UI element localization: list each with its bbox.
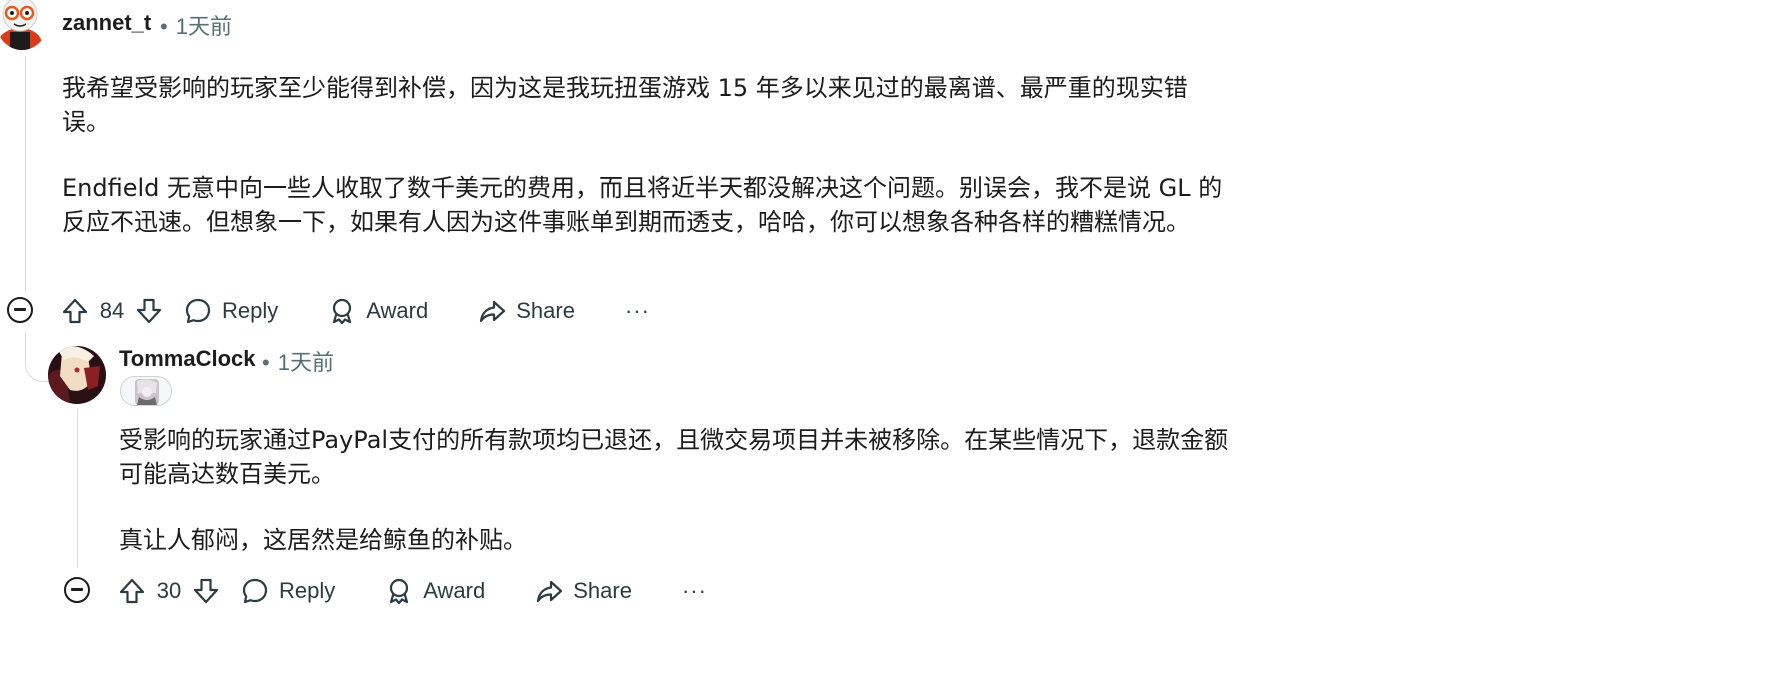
reply-label: Reply <box>222 298 279 323</box>
thread-line <box>25 56 26 292</box>
reply-label: Reply <box>279 578 336 603</box>
award-label: Award <box>366 298 429 323</box>
avatar[interactable] <box>48 346 106 404</box>
arrow-down-icon[interactable] <box>132 294 166 328</box>
award-ribbon-icon <box>333 298 352 325</box>
award-button[interactable]: Award <box>385 577 485 605</box>
vote-score: 84 <box>99 298 125 323</box>
award-ribbon-icon <box>390 578 409 605</box>
comment-paragraph: Endfield 无意中向一些人收取了数千美元的费用，而且将近半天都没解决这个问… <box>62 174 1223 236</box>
comment-author[interactable]: TommaClock <box>119 346 256 372</box>
comment-timestamp[interactable]: 1天前 <box>176 14 232 39</box>
share-arrow-icon <box>480 300 506 323</box>
arrow-down-icon[interactable] <box>189 574 223 608</box>
comment-paragraph: 我希望受影响的玩家至少能得到补偿，因为这是我玩扭蛋游戏 15 年多以来见过的最离… <box>62 74 1188 136</box>
arrow-up-icon[interactable] <box>58 294 92 328</box>
avatar[interactable] <box>0 0 48 50</box>
award-button[interactable]: Award <box>328 297 428 325</box>
vote-score: 30 <box>156 578 182 603</box>
more-options-button[interactable]: ··· <box>682 578 707 604</box>
meta-separator: • <box>160 14 168 39</box>
comment-paragraph: 受影响的玩家通过PayPal支付的所有款项均已退还，且微交易项目并未被移除。在某… <box>119 426 1229 488</box>
share-button[interactable]: Share <box>478 297 575 325</box>
share-button[interactable]: Share <box>535 577 632 605</box>
comment-action-bar: 30 Reply Award Share ··· <box>115 569 707 613</box>
comment-paragraph: 真让人郁闷，这居然是给鲸鱼的补贴。 <box>119 526 527 554</box>
award-label: Award <box>423 578 486 603</box>
comment-action-bar: 84 Reply Award Share ··· <box>58 289 650 333</box>
collapse-thread-button[interactable] <box>64 577 90 603</box>
speech-bubble-icon <box>242 578 268 604</box>
comment-timestamp[interactable]: 1天前 <box>278 350 334 375</box>
user-flair-badge <box>120 376 172 406</box>
share-label: Share <box>573 578 632 603</box>
meta-separator: • <box>262 350 270 375</box>
reply-button[interactable]: Reply <box>184 297 278 325</box>
comment-author[interactable]: zannet_t <box>62 10 151 36</box>
comment-meta: • 1天前 <box>160 9 232 41</box>
collapse-thread-button[interactable] <box>7 297 33 323</box>
reply-button[interactable]: Reply <box>241 577 335 605</box>
speech-bubble-icon <box>185 298 211 324</box>
thread-line <box>77 408 78 568</box>
share-arrow-icon <box>537 580 563 603</box>
share-label: Share <box>516 298 575 323</box>
more-options-button[interactable]: ··· <box>625 298 650 324</box>
arrow-up-icon[interactable] <box>115 574 149 608</box>
comment-meta: • 1天前 <box>262 345 334 377</box>
